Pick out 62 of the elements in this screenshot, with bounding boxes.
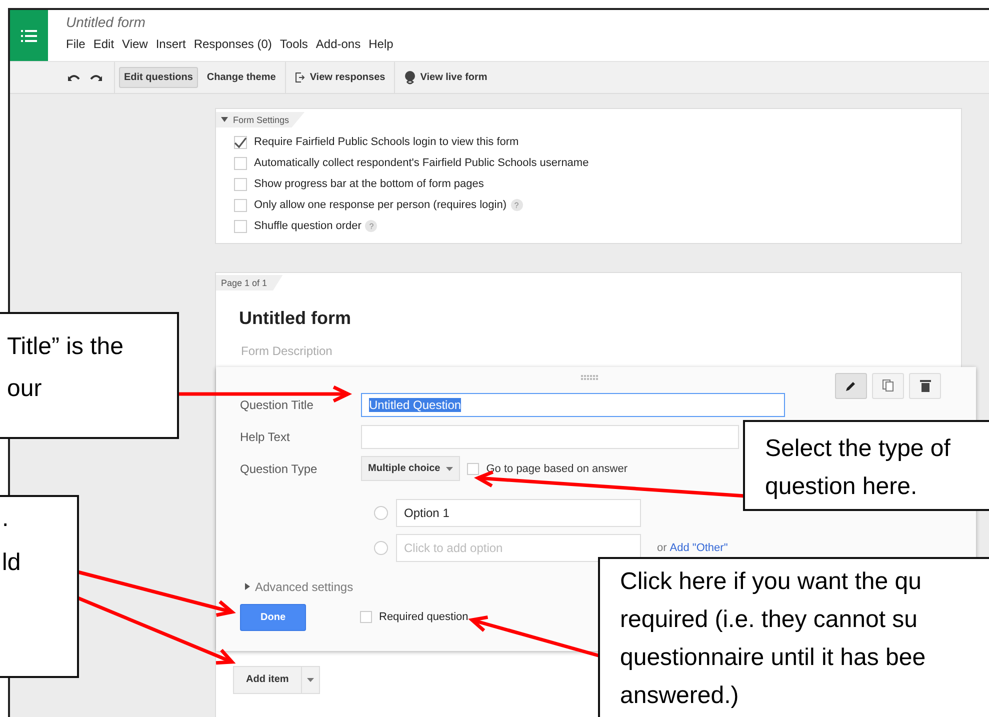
toolbar-button[interactable]: Edit questions bbox=[119, 67, 198, 88]
callout-text: Title” is the bbox=[7, 332, 124, 362]
option-label: Only allow one response per person (requires login) bbox=[254, 199, 507, 211]
callout-text: questionnaire until it has bee bbox=[620, 643, 927, 673]
menu-item[interactable]: Edit bbox=[93, 37, 114, 51]
or-text: or bbox=[657, 542, 667, 554]
callout-text: . bbox=[2, 504, 10, 534]
form-heading[interactable]: Untitled form bbox=[239, 308, 961, 328]
pencil-icon bbox=[845, 380, 857, 392]
callout-text: required (i.e. they cannot su bbox=[620, 605, 919, 635]
checkbox-label: Required question bbox=[379, 611, 468, 623]
question-title-field[interactable]: Untitled Question bbox=[361, 392, 785, 416]
option-label: Show progress bar at the bottom of form pages bbox=[254, 178, 484, 190]
caret-icon bbox=[221, 117, 228, 122]
form-settings-tab[interactable]: Form Settings bbox=[216, 112, 306, 128]
callout-text: question here. bbox=[765, 472, 918, 502]
redo-icon[interactable] bbox=[90, 74, 102, 82]
caret-icon bbox=[245, 583, 250, 590]
toolbar-button[interactable]: Change theme bbox=[202, 67, 281, 88]
field-label: Help Text bbox=[240, 430, 291, 444]
option-label: Require Fairfield Public Schools login to view this form bbox=[254, 136, 519, 148]
callout-text: answered.) bbox=[620, 681, 740, 711]
form-title[interactable]: Untitled form bbox=[66, 14, 394, 30]
toolbar-button[interactable]: View live form bbox=[399, 64, 492, 90]
question-type-dropdown[interactable]: Multiple choice bbox=[361, 456, 460, 481]
menu-item[interactable]: File bbox=[66, 37, 86, 51]
delete-button[interactable] bbox=[909, 372, 941, 398]
copy-icon bbox=[882, 379, 894, 392]
caret-icon bbox=[446, 466, 454, 470]
add-item-dropdown-button[interactable] bbox=[302, 666, 320, 694]
globe-icon bbox=[404, 70, 416, 86]
toolbar-button[interactable]: View responses bbox=[290, 67, 390, 88]
option-field[interactable]: Option 1 bbox=[396, 498, 641, 526]
add-other-link[interactable]: Add "Other" bbox=[670, 542, 728, 554]
menu-item[interactable]: Responses (0) bbox=[194, 37, 272, 51]
callout-text: Select the type of bbox=[765, 434, 952, 464]
field-label: Question Title bbox=[240, 398, 314, 412]
undo-icon[interactable] bbox=[68, 74, 80, 82]
option-label: Shuffle question order bbox=[254, 220, 362, 232]
menu-item[interactable]: Insert bbox=[156, 37, 186, 51]
add-item-button[interactable]: Add item bbox=[233, 666, 302, 694]
trash-icon bbox=[920, 379, 930, 392]
radio-button[interactable] bbox=[374, 540, 388, 554]
menu-item[interactable]: Tools bbox=[280, 37, 308, 51]
export-icon bbox=[294, 72, 306, 83]
callout-text: Click here if you want the qu bbox=[620, 567, 922, 597]
duplicate-button[interactable] bbox=[872, 372, 904, 398]
radio-button[interactable] bbox=[374, 506, 388, 520]
help-text-field[interactable] bbox=[361, 424, 739, 448]
edit-button[interactable] bbox=[835, 372, 867, 398]
callout-text: our bbox=[7, 374, 43, 404]
forms-logo-icon[interactable] bbox=[10, 10, 48, 61]
menu-item[interactable]: View bbox=[122, 37, 148, 51]
checkbox[interactable] bbox=[234, 136, 247, 148]
drag-handle-icon[interactable] bbox=[581, 374, 598, 380]
callout-text: ld bbox=[2, 548, 22, 578]
field-label: Question Type bbox=[240, 462, 318, 476]
menu-item[interactable]: Add-ons bbox=[316, 37, 361, 51]
option-label: Automatically collect respondent's Fairfield Public Schools username bbox=[254, 157, 589, 169]
caret-icon bbox=[306, 678, 314, 682]
menu-item[interactable]: Help bbox=[368, 37, 394, 51]
advanced-settings-toggle[interactable]: Advanced settings bbox=[245, 580, 354, 594]
